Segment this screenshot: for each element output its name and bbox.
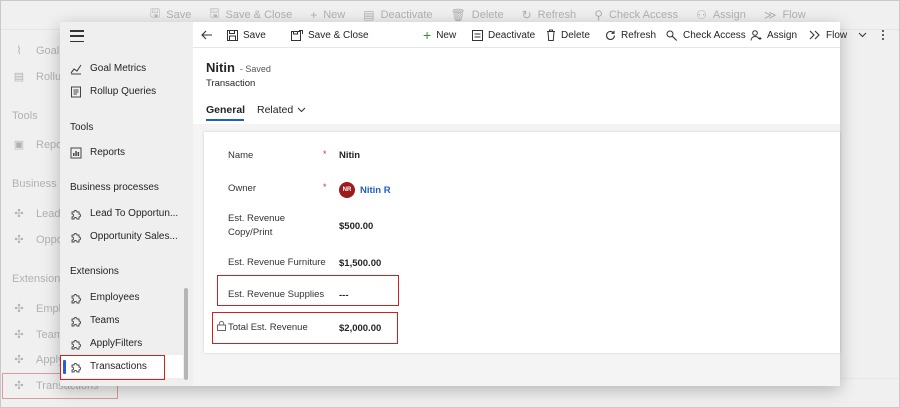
bg-sidebar-header: Extensions [12,273,66,285]
bg-deactivate: ▤ Deactivate [363,7,433,22]
bg-delete: 🗑 Delete [450,7,504,22]
field-value-est-revenue-furniture[interactable]: $1,500.00 [339,258,381,269]
general-section-card [204,132,840,353]
bg-new: + New [310,7,346,22]
bg-assign: ⚇ Assign [696,7,746,22]
field-label-owner: Owner [228,183,256,194]
avatar: NR [339,182,355,198]
bg-check-access: ⚲ Check Access [594,7,679,22]
field-value-est-revenue-copy-print[interactable]: $500.00 [339,221,373,232]
form-region: Name * Nitin Owner * NR Nitin R Est. Rev… [60,22,840,386]
bg-refresh: ↻ Refresh [521,7,577,22]
field-value-total-est-revenue: $2,000.00 [339,323,382,334]
required-indicator: * [323,182,327,192]
field-label-est-revenue-copy-print-2: Copy/Print [228,227,273,238]
field-value-est-revenue-supplies[interactable]: --- [339,290,349,301]
field-label-est-revenue-copy-print-1: Est. Revenue [228,213,286,224]
field-label-est-revenue-supplies: Est. Revenue Supplies [228,289,325,300]
lock-icon [217,320,226,331]
owner-link[interactable]: Nitin R [360,185,391,196]
field-label-name: Name [228,150,254,161]
field-label-est-revenue-furniture: Est. Revenue Furniture [228,257,326,268]
bg-flow: ≫ Flow [763,7,806,22]
chevron-down-icon [858,32,867,38]
field-label-total-est-revenue: Total Est. Revenue [228,322,308,333]
more-commands-button[interactable] [881,22,885,48]
field-value-name[interactable]: Nitin [339,150,360,161]
bg-sidebar-header: Tools [12,110,38,122]
more-vertical-icon [881,29,885,41]
owner-lookup[interactable]: NR Nitin R [339,182,391,198]
required-indicator: * [323,149,327,159]
